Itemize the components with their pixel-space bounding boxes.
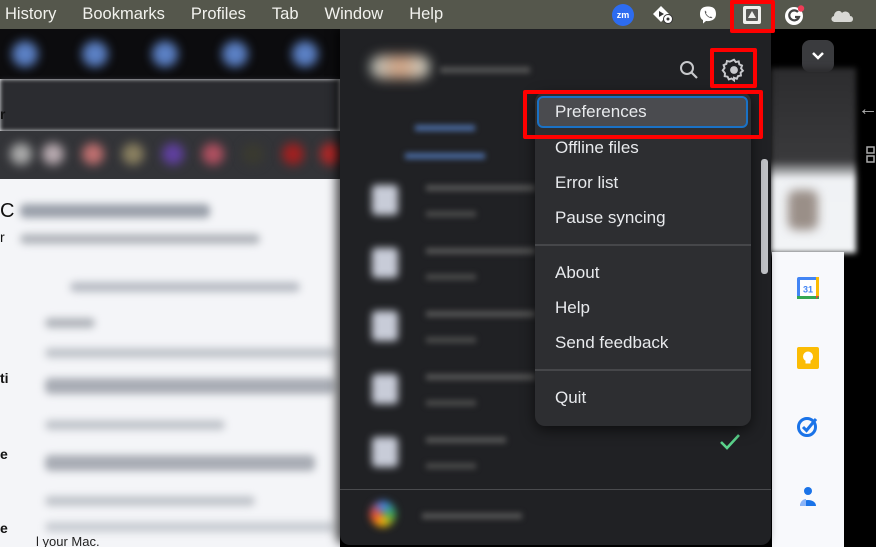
blurred-bookmark [122,143,144,165]
menu-item-send-feedback[interactable]: Send feedback [535,326,751,360]
background-address-bar [0,79,340,131]
menu-item-offline-files[interactable]: Offline files [535,131,751,165]
blurred-bookmark [242,143,264,165]
menu-separator [535,244,751,246]
video-speed-icon [653,5,673,24]
settings-gear-icon[interactable] [721,57,747,83]
divider [340,489,771,490]
zoom-tray-button[interactable]: zm [611,0,635,29]
search-icon[interactable] [678,59,700,81]
google-tasks-icon[interactable] [796,414,820,438]
blurred-tab-icon [12,41,38,67]
file-list-item[interactable] [370,368,550,428]
blurred-bookmark [10,143,32,165]
menu-profiles[interactable]: Profiles [178,0,259,29]
file-list-item[interactable] [370,431,550,491]
blurred-link [405,153,485,159]
menu-window[interactable]: Window [312,0,397,29]
blurred-tab-icon [222,41,248,67]
google-drive-icon [743,5,761,24]
blurred-footer-text [422,513,522,519]
menu-separator [535,369,751,371]
chevron-down-icon [812,52,824,60]
blurred-text [45,318,95,328]
menu-item-preferences[interactable]: Preferences [537,96,748,128]
google-contacts-icon[interactable] [796,484,820,508]
viber-tray-button[interactable] [696,0,720,29]
blurred-toolbar [70,282,300,292]
blurred-text [45,496,255,506]
edge-text: e [0,446,8,462]
menu-item-about[interactable]: About [535,256,751,290]
scrollbar-thumb[interactable] [761,159,768,274]
file-list-item[interactable] [370,242,550,302]
background-tab-strip [0,29,340,79]
grammarly-tray-button[interactable] [782,0,808,29]
edge-text: ti [0,370,9,386]
blurred-tab-icon [82,41,108,67]
blurred-text [45,455,315,471]
blurred-tab-icon [292,41,318,67]
blurred-bookmark [82,143,104,165]
menu-item-quit[interactable]: Quit [535,381,751,415]
blurred-text [45,348,335,358]
file-list-item[interactable] [370,179,550,239]
onedrive-tray-button[interactable] [827,0,857,29]
blurred-text [45,420,225,430]
menu-bookmarks[interactable]: Bookmarks [69,0,178,29]
blurred-link [415,125,475,131]
edge-text: C [0,200,15,222]
google-drive-logo [370,501,396,527]
blurred-account-name [440,67,530,73]
blurred-bookmark [162,143,184,165]
menu-help[interactable]: Help [396,0,456,29]
blurred-bookmark [320,143,342,165]
video-speed-tray-button[interactable] [650,0,676,29]
blurred-account-avatar [370,55,430,79]
blurred-doc-menu [20,234,260,244]
blurred-bookmark [42,143,64,165]
sync-complete-check-icon [720,434,740,450]
edge-text: r [0,106,6,122]
settings-dropdown-menu: Preferences Offline files Error list Pau… [535,92,751,426]
grid-icon[interactable] [866,146,876,164]
file-list-item[interactable] [370,305,550,365]
viber-icon [700,6,716,23]
blurred-doc-title [20,204,210,218]
menu-tab[interactable]: Tab [259,0,312,29]
edge-text: r [0,229,5,245]
back-arrow-icon[interactable]: ← [858,98,876,121]
blurred-text [45,378,335,394]
menu-item-pause-syncing[interactable]: Pause syncing [535,201,751,235]
menu-item-help[interactable]: Help [535,291,751,325]
edge-text: e [0,520,8,536]
menu-history[interactable]: History [0,0,69,29]
google-drive-tray-button[interactable] [738,0,766,29]
google-keep-icon[interactable] [796,346,820,370]
blurred-bookmark [282,143,304,165]
menu-item-error-list[interactable]: Error list [535,166,751,200]
blurred-tab-icon [152,41,178,67]
blurred-bookmark [202,143,224,165]
google-calendar-icon[interactable]: 31 [796,276,820,300]
doc-body-text: l your Mac. [36,534,100,547]
grammarly-icon [785,4,805,25]
blurred-avatar [788,190,818,230]
onedrive-icon [831,10,853,22]
zoom-icon: zm [612,3,634,26]
calendar-day: 31 [803,285,813,295]
blurred-text [45,522,335,532]
